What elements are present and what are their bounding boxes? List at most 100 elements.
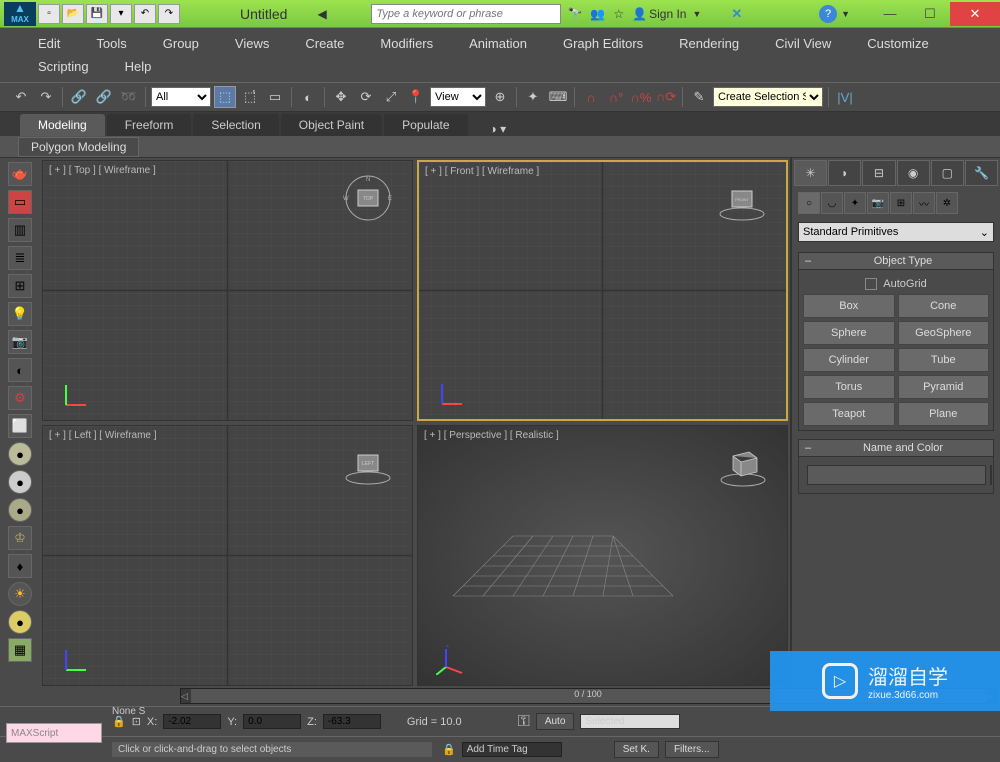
redo-icon[interactable]: ↷ xyxy=(158,4,180,24)
gears-icon[interactable]: ⚙ xyxy=(8,386,32,410)
ribbon-toggle-icon[interactable]: ◑ ▾ xyxy=(490,122,507,136)
help-search-input[interactable] xyxy=(371,4,561,24)
globe-icon[interactable]: ◐ xyxy=(8,358,32,382)
menu-graph-editors[interactable]: Graph Editors xyxy=(545,32,661,55)
pivot-icon[interactable]: ⊕ xyxy=(489,86,511,108)
menu-tools[interactable]: Tools xyxy=(78,32,144,55)
hierarchy-tab-icon[interactable]: ⊟ xyxy=(862,160,895,186)
help-dropdown-icon[interactable]: ▼ xyxy=(841,9,850,19)
open-file-icon[interactable]: 📂 xyxy=(62,4,84,24)
scale-icon[interactable]: ⤢ xyxy=(380,86,402,108)
place-icon[interactable]: 📍 xyxy=(405,86,427,108)
edit-named-sel-icon[interactable]: ✎ xyxy=(688,86,710,108)
x-coord-input[interactable] xyxy=(163,714,221,729)
viewport-label[interactable]: [ + ] [ Top ] [ Wireframe ] xyxy=(49,165,156,176)
sun-icon[interactable]: ☀ xyxy=(8,582,32,606)
add-time-tag-button[interactable]: Add Time Tag xyxy=(462,742,562,757)
menu-civil-view[interactable]: Civil View xyxy=(757,32,849,55)
cameras-subtab-icon[interactable]: 📷 xyxy=(867,192,889,214)
material-sphere3-icon[interactable]: ● xyxy=(8,470,32,494)
menu-create[interactable]: Create xyxy=(287,32,362,55)
viewcube-icon[interactable]: FRONT xyxy=(712,174,772,224)
create-tab-icon[interactable]: ✳ xyxy=(794,160,827,186)
menu-customize[interactable]: Customize xyxy=(849,32,946,55)
signin-dropdown-icon[interactable]: ▼ xyxy=(692,9,701,19)
star-icon[interactable]: ☆ xyxy=(613,7,624,21)
sphere-button[interactable]: Sphere xyxy=(803,321,895,345)
torus-button[interactable]: Torus xyxy=(803,375,895,399)
key-filters-button[interactable]: Filters... xyxy=(665,741,719,758)
save-dropdown-icon[interactable]: ▾ xyxy=(110,4,132,24)
lights-subtab-icon[interactable]: ✦ xyxy=(844,192,866,214)
new-file-icon[interactable]: ▫ xyxy=(38,4,60,24)
selection-filter-select[interactable]: All xyxy=(151,87,211,107)
select-object-icon[interactable]: ⬚ xyxy=(214,86,236,108)
object-name-input[interactable] xyxy=(807,465,986,485)
object-color-swatch[interactable] xyxy=(990,465,992,485)
box-button[interactable]: Box xyxy=(803,294,895,318)
named-selection-select[interactable]: Create Selection Se xyxy=(713,87,823,107)
menu-scripting[interactable]: Scripting xyxy=(20,55,107,78)
diamond-icon[interactable]: ♦ xyxy=(8,554,32,578)
viewport-left[interactable]: [ + ] [ Left ] [ Wireframe ] LEFT xyxy=(42,425,413,686)
move-icon[interactable]: ✥ xyxy=(330,86,352,108)
snap-3d-icon[interactable]: ∩ xyxy=(580,86,602,108)
viewport-label[interactable]: [ + ] [ Perspective ] [ Realistic ] xyxy=(424,430,559,441)
geometry-subtab-icon[interactable]: ○ xyxy=(798,192,820,214)
exchange-icon[interactable]: ✕ xyxy=(731,6,742,22)
ribbon-tab-populate[interactable]: Populate xyxy=(384,114,467,136)
bind-icon[interactable]: ➿ xyxy=(118,86,140,108)
utilities-tab-icon[interactable]: 🔧 xyxy=(965,160,998,186)
layers-icon[interactable]: ≣ xyxy=(8,246,32,270)
ribbon-sub-polygon-modeling[interactable]: Polygon Modeling xyxy=(18,137,139,157)
menu-views[interactable]: Views xyxy=(217,32,287,55)
glow-sphere-icon[interactable]: ● xyxy=(8,610,32,634)
dialog-icon[interactable]: ▭ xyxy=(8,190,32,214)
teapot-icon[interactable]: 🫖 xyxy=(8,162,32,186)
viewcube-icon[interactable]: TOPWEN xyxy=(338,173,398,223)
crown-icon[interactable]: ♔ xyxy=(8,526,32,550)
z-coord-input[interactable] xyxy=(323,714,381,729)
display-tab-icon[interactable]: ▢ xyxy=(931,160,964,186)
keyboard-shortcut-icon[interactable]: ⌨ xyxy=(547,86,569,108)
systems-subtab-icon[interactable]: ✲ xyxy=(936,192,958,214)
menu-modifiers[interactable]: Modifiers xyxy=(362,32,451,55)
minimize-button[interactable]: — xyxy=(870,2,910,26)
help-icon[interactable]: ? xyxy=(819,5,837,23)
binoculars-icon[interactable]: 🔭 xyxy=(567,7,582,21)
key-filter-select[interactable]: Selected xyxy=(580,714,680,729)
maxscript-listener[interactable]: MAXScript xyxy=(6,723,102,743)
set-key-button[interactable]: Set K. xyxy=(614,741,659,758)
viewport-perspective[interactable]: [ + ] [ Perspective ] [ Realistic ] z xyxy=(417,425,788,686)
primitive-category-select[interactable]: Standard Primitives⌄ xyxy=(798,222,994,242)
menu-help[interactable]: Help xyxy=(107,55,170,78)
teapot-button[interactable]: Teapot xyxy=(803,402,895,426)
rollout-toggle-icon[interactable]: – xyxy=(801,442,815,454)
community-icon[interactable]: 👥 xyxy=(590,7,605,21)
material-sphere4-icon[interactable]: ● xyxy=(8,498,32,522)
ribbon-tab-object-paint[interactable]: Object Paint xyxy=(281,114,382,136)
percent-snap-icon[interactable]: ∩% xyxy=(630,86,652,108)
maximize-button[interactable]: ☐ xyxy=(910,2,950,26)
viewcube-icon[interactable]: LEFT xyxy=(338,438,398,488)
tag-lock-icon[interactable]: 🔒 xyxy=(442,743,456,756)
timeline-prev-icon[interactable]: ◁ xyxy=(181,691,191,702)
save-file-icon[interactable]: 💾 xyxy=(86,4,108,24)
shapes-subtab-icon[interactable]: ◡ xyxy=(821,192,843,214)
redo-toolbar-icon[interactable]: ↷ xyxy=(35,86,57,108)
menu-rendering[interactable]: Rendering xyxy=(661,32,757,55)
key-icon[interactable]: ⚿ xyxy=(518,713,530,731)
grid-icon[interactable]: ⊞ xyxy=(8,274,32,298)
auto-key-button[interactable]: Auto xyxy=(536,713,575,730)
rotate-icon[interactable]: ⟳ xyxy=(355,86,377,108)
close-button[interactable]: ✕ xyxy=(950,2,1000,26)
mirror-icon[interactable]: |V| xyxy=(834,86,856,108)
y-coord-input[interactable] xyxy=(243,714,301,729)
tube-button[interactable]: Tube xyxy=(898,348,990,372)
link-icon[interactable]: 🔗 xyxy=(68,86,90,108)
light-icon[interactable]: 💡 xyxy=(8,302,32,326)
undo-icon[interactable]: ↶ xyxy=(134,4,156,24)
menu-group[interactable]: Group xyxy=(145,32,217,55)
texture-icon[interactable]: ▦ xyxy=(8,638,32,662)
rollout-toggle-icon[interactable]: – xyxy=(801,255,815,267)
